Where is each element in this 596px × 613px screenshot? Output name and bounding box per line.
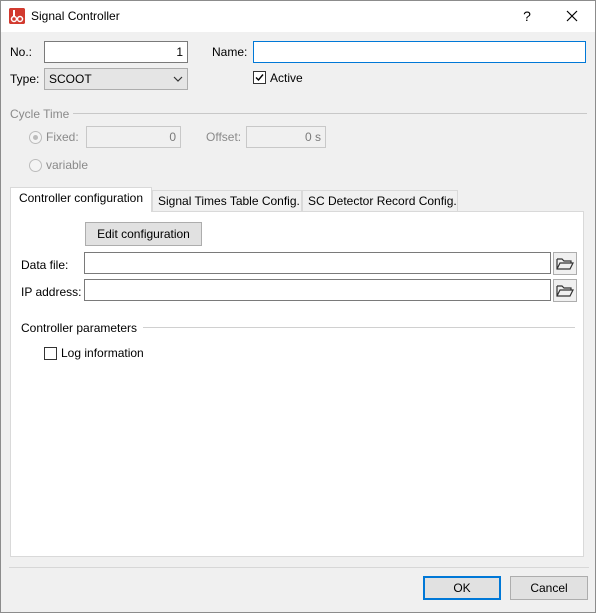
controller-parameters-label: Controller parameters [21,321,138,335]
cancel-button[interactable]: Cancel [510,576,588,600]
ok-button[interactable]: OK [423,576,501,600]
ip-address-input[interactable] [84,279,551,301]
offset-input[interactable]: 0 s [246,126,326,148]
signal-controller-dialog: Signal Controller ? No.: 1 Name: Type: S… [0,0,596,613]
data-file-input[interactable] [84,252,551,274]
help-button[interactable]: ? [517,6,537,26]
app-logo-icon [9,8,25,24]
type-select-value: SCOOT [49,72,92,86]
window-title: Signal Controller [31,9,120,23]
controller-configuration-panel: Edit configuration Data file: IP address… [10,211,584,557]
data-file-label: Data file: [21,258,69,272]
tab-controller-configuration[interactable]: Controller configuration [10,187,152,212]
variable-radio[interactable] [29,159,42,172]
open-folder-icon [556,285,574,297]
tab-sc-detector-record-config[interactable]: SC Detector Record Config. [302,190,458,212]
active-label: Active [270,71,303,85]
offset-label: Offset: [206,130,242,144]
app-icon [9,8,25,24]
no-label: No.: [10,45,33,59]
cycle-time-divider [73,113,587,114]
ip-address-label: IP address: [21,285,82,299]
chevron-down-icon [173,69,183,97]
title-bar: Signal Controller ? [1,1,595,32]
checkmark-icon [255,74,264,82]
fixed-radio[interactable] [29,131,42,144]
log-information-checkbox[interactable] [44,347,57,360]
active-checkbox[interactable] [253,71,266,84]
variable-label: variable [46,158,89,172]
no-input[interactable]: 1 [44,41,188,63]
edit-configuration-button[interactable]: Edit configuration [85,222,202,246]
cycle-time-section-label: Cycle Time [10,107,70,121]
close-button[interactable] [561,6,583,26]
name-label: Name: [212,45,248,59]
log-information-label: Log information [61,346,144,360]
data-file-browse-button[interactable] [553,252,577,275]
footer-divider [9,567,589,568]
open-folder-icon [556,258,574,270]
controller-parameters-divider [143,327,575,328]
ip-address-browse-button[interactable] [553,279,577,302]
name-input[interactable] [253,41,586,63]
close-icon [566,10,578,22]
fixed-label: Fixed: [46,130,79,144]
fixed-input[interactable]: 0 [86,126,181,148]
type-select[interactable]: SCOOT [44,68,188,90]
type-label: Type: [10,72,40,86]
tab-signal-times-table-config[interactable]: Signal Times Table Config. [152,190,302,212]
